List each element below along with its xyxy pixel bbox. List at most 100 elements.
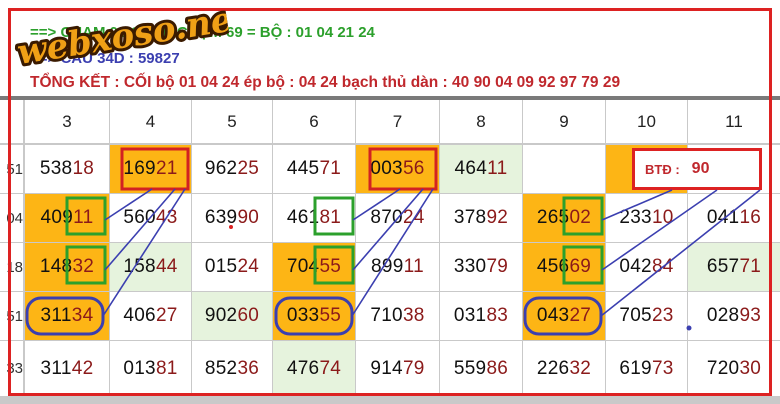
cell-suffix: 81 [319,207,342,228]
cell-prefix: 311 [40,305,72,326]
cell-prefix: 639 [204,207,238,228]
cell-suffix: 32 [72,256,95,277]
result-cell: 169 21 [110,145,191,193]
result-cell: 870 24 [356,194,439,242]
cell-prefix: 041 [706,207,740,228]
cell-suffix: 27 [155,305,178,326]
cell-prefix: 710 [370,305,403,326]
cell-suffix: 56 [402,158,425,179]
cell-suffix: 34 [71,305,94,326]
cell-suffix: 93 [739,305,762,326]
result-cell: 041 16 [688,194,780,242]
column-header: 4 [110,100,191,143]
result-cell: 559 86 [440,341,522,396]
result-cell: 409 11 [25,194,109,242]
cell-suffix: 11 [403,256,424,277]
cell-suffix: 55 [319,256,342,277]
cell-suffix: 81 [155,357,178,379]
cell-prefix: 657 [706,256,740,277]
result-cell: 962 25 [192,145,272,193]
cell-prefix: 461 [286,207,320,228]
cell-suffix: 44 [155,256,178,277]
cell-suffix: 02 [569,207,592,228]
cell-prefix: 033 [286,305,320,326]
result-cell: 560 43 [110,194,191,242]
cell-prefix: 031 [453,305,487,326]
cell-prefix: 476 [286,357,320,379]
corner-cell [0,100,23,143]
cell-prefix: 409 [40,207,74,228]
cell-suffix: 55 [319,305,342,326]
cell-suffix: 84 [651,256,674,277]
cell-prefix: 464 [454,158,488,179]
column-header: 3 [25,100,109,143]
cell-prefix: 538 [39,158,73,179]
result-cell: 710 38 [356,292,439,340]
result-cell: 657 71 [688,243,780,291]
result-cell: 899 11 [356,243,439,291]
cell-prefix: 559 [453,357,487,379]
result-cell: 914 79 [356,341,439,396]
cell-suffix: 38 [402,305,425,326]
cell-prefix: 406 [123,305,156,326]
cell-prefix: 233 [619,207,652,228]
cell-prefix: 158 [123,256,156,277]
result-cell: 013 81 [110,341,191,396]
result-cell: 226 32 [523,341,605,396]
result-cell: 720 30 [688,341,780,396]
cell-prefix: 899 [371,256,404,277]
result-cell: 031 83 [440,292,522,340]
cell-suffix: 79 [402,357,425,379]
result-cell: 015 24 [192,243,272,291]
column-header: 7 [356,100,439,143]
cell-prefix: 148 [39,256,73,277]
cell-suffix: 23 [651,305,674,326]
cell-prefix: 704 [286,256,320,277]
cell-suffix: 60 [237,305,260,326]
cell-prefix: 311 [40,357,72,379]
cell-prefix: 378 [453,207,487,228]
cell-prefix: 043 [536,305,570,326]
result-cell: 456 69 [523,243,605,291]
cell-suffix: 69 [569,256,592,277]
result-cell: 033 55 [273,292,355,340]
cell-suffix: 79 [486,256,509,277]
cell-suffix: 73 [651,357,674,379]
result-cell [523,145,605,193]
result-cell: 464 11 [440,145,522,193]
result-cell: 619 73 [606,341,687,396]
result-cell: 476 74 [273,341,355,396]
cell-prefix: 705 [619,305,652,326]
cell-suffix: 16 [739,207,762,228]
column-header: 11 [688,100,780,143]
cell-suffix: 71 [739,256,762,277]
result-cell: 042 84 [606,243,687,291]
cell-suffix: 11 [73,207,94,228]
result-cell: 265 02 [523,194,605,242]
cell-suffix: 92 [486,207,509,228]
cell-prefix: 560 [123,207,156,228]
cell-suffix: 74 [319,357,342,379]
column-header: 8 [440,100,522,143]
result-cell: 902 60 [192,292,272,340]
btd-value: 90 [691,160,710,177]
result-cell: 158 44 [110,243,191,291]
result-cell: 704 55 [273,243,355,291]
result-cell: 043 27 [523,292,605,340]
cell-prefix: 870 [370,207,403,228]
cell-prefix: 902 [204,305,238,326]
cell-suffix: 90 [237,207,260,228]
cell-prefix: 914 [370,357,403,379]
cell-suffix: 18 [72,158,95,179]
cell-prefix: 445 [286,158,320,179]
cell-suffix: 24 [402,207,425,228]
btd-label: BTĐ : [645,161,680,177]
cell-suffix: 43 [155,207,178,228]
result-cell: 445 71 [273,145,355,193]
result-cell: 406 27 [110,292,191,340]
cell-suffix: 83 [486,305,509,326]
row-label: 51 [0,292,23,340]
result-cell: 028 93 [688,292,780,340]
result-cell: 233 10 [606,194,687,242]
result-cell: 378 92 [440,194,522,242]
